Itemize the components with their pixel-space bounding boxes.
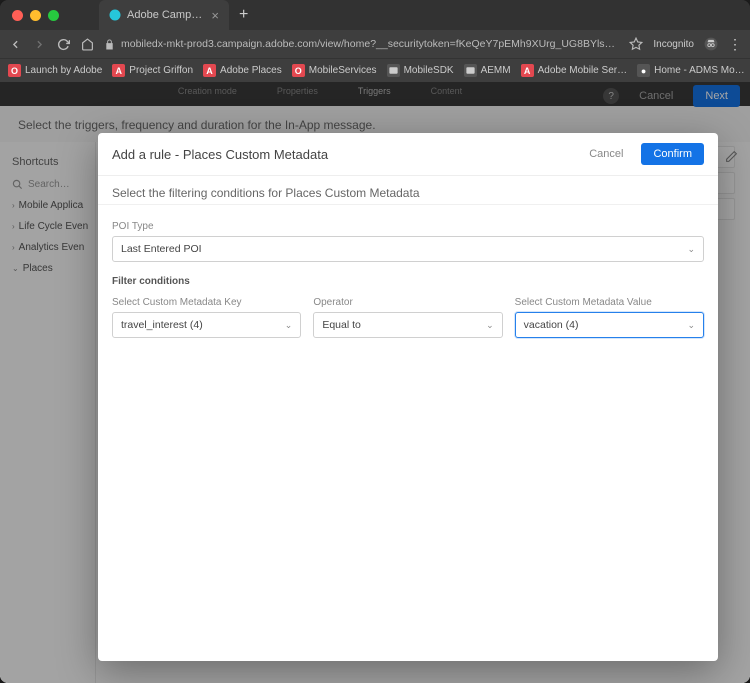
modal-confirm-button[interactable]: Confirm — [641, 143, 704, 165]
url-bar[interactable]: mobiledx-mkt-prod3.campaign.adobe.com/vi… — [104, 38, 619, 50]
bookmark-label: MobileSDK — [404, 65, 454, 76]
metadata-key-label: Select Custom Metadata Key — [112, 297, 301, 308]
bookmark-item[interactable]: MobileSDK — [387, 64, 454, 77]
window-traffic-lights — [12, 10, 59, 21]
adobe-favicon-icon — [109, 9, 121, 21]
bookmark-item[interactable]: A Adobe Places — [203, 64, 282, 77]
zoom-window-button[interactable] — [48, 10, 59, 21]
bookmark-icon: A — [112, 64, 125, 77]
metadata-value-label: Select Custom Metadata Value — [515, 297, 704, 308]
modal-title: Add a rule - Places Custom Metadata — [112, 147, 328, 162]
titlebar: Adobe Campaign × + — [0, 0, 750, 30]
bookmark-label: MobileServices — [309, 65, 377, 76]
tab-title: Adobe Campaign — [127, 9, 205, 21]
forward-button[interactable] — [32, 37, 46, 51]
bookmark-label: AEMM — [481, 65, 511, 76]
bookmark-label: Home - ADMS Mo… — [654, 65, 745, 76]
bookmark-icon: O — [292, 64, 305, 77]
metadata-value-select[interactable]: vacation (4) ⌄ — [515, 312, 704, 338]
bookmark-item[interactable]: ● Home - ADMS Mo… — [637, 64, 745, 77]
operator-select[interactable]: Equal to ⌄ — [313, 312, 502, 338]
close-tab-icon[interactable]: × — [211, 9, 219, 22]
bookmark-item[interactable]: O Launch by Adobe — [8, 64, 102, 77]
bookmarks-bar: O Launch by Adobe A Project Griffon A Adobe… — [0, 58, 750, 82]
browser-nav-row: mobiledx-mkt-prod3.campaign.adobe.com/vi… — [0, 30, 750, 58]
poi-type-select[interactable]: Last Entered POI ⌄ — [112, 236, 704, 262]
metadata-key-value: travel_interest (4) — [121, 319, 203, 331]
url-text: mobiledx-mkt-prod3.campaign.adobe.com/vi… — [121, 38, 619, 50]
chevron-down-icon: ⌄ — [486, 320, 494, 331]
add-rule-modal: Add a rule - Places Custom Metadata Canc… — [98, 133, 718, 661]
star-button[interactable] — [629, 37, 643, 51]
metadata-value-value: vacation (4) — [524, 319, 579, 331]
home-button[interactable] — [80, 37, 94, 51]
modal-subtitle: Select the filtering conditions for Plac… — [98, 176, 718, 205]
bookmark-label: Adobe Places — [220, 65, 282, 76]
operator-label: Operator — [313, 297, 502, 308]
chevron-down-icon: ⌄ — [687, 244, 695, 255]
bookmark-icon: O — [8, 64, 21, 77]
bookmark-icon: A — [203, 64, 216, 77]
bookmark-icon: A — [521, 64, 534, 77]
bookmark-item[interactable]: AEMM — [464, 64, 511, 77]
poi-type-label: POI Type — [112, 221, 704, 232]
bookmark-item[interactable]: O MobileServices — [292, 64, 377, 77]
browser-tab[interactable]: Adobe Campaign × — [99, 0, 229, 30]
bookmark-item[interactable]: A Project Griffon — [112, 64, 193, 77]
reload-button[interactable] — [56, 37, 70, 51]
bookmark-icon: ● — [637, 64, 650, 77]
operator-value: Equal to — [322, 319, 361, 331]
bookmark-icon — [387, 64, 400, 77]
bookmark-label: Launch by Adobe — [25, 65, 102, 76]
minimize-window-button[interactable] — [30, 10, 41, 21]
incognito-label: Incognito — [653, 39, 694, 50]
bookmark-item[interactable]: A Adobe Mobile Ser… — [521, 64, 628, 77]
new-tab-button[interactable]: + — [229, 6, 258, 24]
chevron-down-icon: ⌄ — [285, 320, 293, 331]
incognito-icon[interactable] — [704, 37, 718, 51]
bookmark-label: Adobe Mobile Ser… — [538, 65, 628, 76]
metadata-key-select[interactable]: travel_interest (4) ⌄ — [112, 312, 301, 338]
back-button[interactable] — [8, 37, 22, 51]
bookmark-label: Project Griffon — [129, 65, 193, 76]
close-window-button[interactable] — [12, 10, 23, 21]
modal-cancel-button[interactable]: Cancel — [577, 143, 635, 165]
bookmark-icon — [464, 64, 477, 77]
filter-conditions-heading: Filter conditions — [112, 276, 704, 287]
browser-menu-button[interactable]: ⋮ — [728, 36, 742, 53]
poi-type-value: Last Entered POI — [121, 243, 202, 255]
lock-icon — [104, 39, 115, 50]
chevron-down-icon: ⌄ — [687, 320, 695, 331]
